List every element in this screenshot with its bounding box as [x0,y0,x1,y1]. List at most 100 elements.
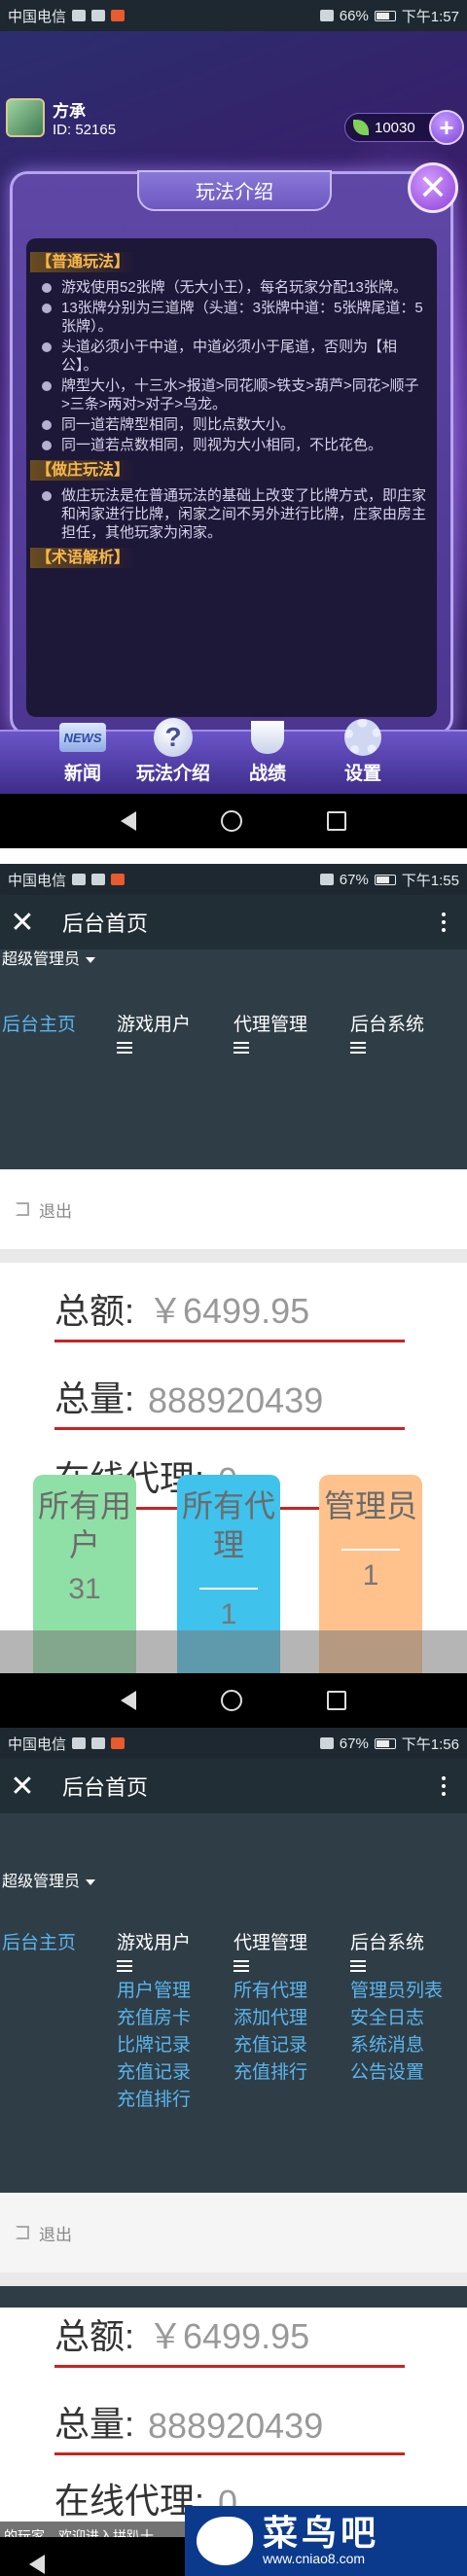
player-id: ID: 52165 [53,122,117,138]
help-icon: ? [154,718,193,757]
top-nav: 后台主页 游戏用户 用户管理 充值房卡 比牌记录 充值记录 充值排行 代理管理 … [0,1928,467,2114]
total-amount: 总额: ￥6499.95 [54,2315,405,2368]
rule-item: 做庄玩法是在普通玩法的基础上改变了比牌方式，即庄家和闲家进行比牌，闲家之间不另外… [36,486,427,542]
wechat-icon [72,1737,87,1749]
back-icon[interactable] [120,811,136,831]
wechat-icon [72,10,87,21]
battery-icon [374,1737,396,1749]
submenu-item[interactable]: 管理员列表 [350,1978,467,2005]
back-icon[interactable] [29,2555,45,2574]
page-title: 后台首页 [62,1775,149,1800]
carrier-label: 中国电信 [8,8,67,25]
logout-button[interactable]: 退出 [0,2193,467,2286]
cloud-icon [91,10,106,21]
brand-url: www.cniao8.com [263,2551,366,2566]
submenu-item[interactable]: 充值排行 [117,2087,234,2114]
signal-icon [319,1737,334,1749]
android-nav-bar [0,1673,467,1728]
nav-home[interactable]: 后台主页 [0,1928,117,2114]
carrier-label: 中国电信 [8,872,67,889]
brand-name: 菜鸟吧 [263,2513,380,2553]
nav-game-users[interactable]: 游戏用户 [117,1010,234,1054]
submenu-item[interactable]: 充值房卡 [117,2005,234,2032]
gear-icon [344,719,381,756]
section-heading: 【普通玩法】 [30,252,136,272]
recents-icon[interactable] [327,1691,347,1710]
submenu-item[interactable]: 充值排行 [234,2059,350,2087]
nav-system[interactable]: 后台系统 管理员列表 安全日志 系统消息 公告设置 [350,1928,467,2114]
stack-icon [117,1042,133,1054]
stack-icon [350,1042,366,1054]
role-dropdown[interactable]: 超级管理员 [2,1868,96,1891]
logout-icon [16,1202,29,1216]
submenu-item[interactable]: 添加代理 [234,2005,350,2032]
admin-screen-collapsed: 中国电信 67% 下午1:55 ✕ 后台首页 超级管理员 后台主页 游戏用户 代… [0,864,467,1728]
app-bar: ✕ 后台首页 [0,1759,467,1813]
android-nav-bar [0,794,467,848]
submenu-item[interactable]: 用户管理 [117,1978,234,2005]
tab-label: 战绩 [248,764,286,784]
page-title: 后台首页 [62,912,149,936]
nav-agents[interactable]: 代理管理 所有代理 添加代理 充值记录 充值排行 [234,1928,350,2114]
tab-label: 设置 [343,764,381,784]
logout-label: 退出 [39,2225,72,2244]
total-amount: 总额: ￥6499.95 [54,1290,405,1342]
status-bar: 中国电信 67% 下午1:55 [0,864,467,895]
battery-percent: 66% [339,7,369,24]
app-icon [111,1737,126,1749]
logout-button[interactable]: 退出 [0,1169,467,1263]
nav-agents[interactable]: 代理管理 [234,1010,350,1054]
rules-content[interactable]: 【普通玩法】 游戏使用52张牌（无大小王），每名玩家分配13张牌。 13张牌分别… [26,238,437,717]
submenu-item[interactable]: 所有代理 [234,1978,350,2005]
news-tab[interactable]: NEWS 新闻 [58,718,107,785]
battery-icon [374,10,396,21]
home-icon[interactable] [220,1690,242,1711]
player-info[interactable]: 方承 ID: 52165 [6,97,116,138]
app-icon [111,10,126,21]
stack-icon [117,1960,133,1972]
avatar[interactable] [6,98,45,137]
android-nav-bar [0,2537,185,2576]
more-icon[interactable] [442,911,446,934]
close-icon[interactable]: ✕ [0,906,45,940]
coin-balance: 10030 + [344,110,464,145]
role-label: 超级管理员 [2,951,81,968]
close-button[interactable]: ✕ [408,162,458,213]
back-icon[interactable] [120,1691,136,1710]
submenu-item[interactable]: 充值记录 [117,2059,234,2087]
record-tab[interactable]: 战绩 [243,718,292,785]
submenu-item[interactable]: 比牌记录 [117,2032,234,2059]
recents-icon[interactable] [327,811,347,831]
battery-percent: 67% [339,871,369,888]
app-bar: ✕ 后台首页 [0,895,467,949]
home-icon[interactable] [220,810,242,832]
nav-home[interactable]: 后台主页 [0,1010,117,1054]
submenu-item[interactable]: 安全日志 [350,2005,467,2032]
dialog-title: 玩法介绍 [137,170,332,211]
coin-amount: 10030 [375,119,415,136]
rule-item: 游戏使用52张牌（无大小王），每名玩家分配13张牌。 [36,278,427,297]
submenu-item[interactable]: 公告设置 [350,2059,467,2087]
nav-game-users[interactable]: 游戏用户 用户管理 充值房卡 比牌记录 充值记录 充值排行 [117,1928,234,2114]
wechat-icon [72,874,87,885]
section-heading: 【做庄玩法】 [30,460,136,481]
more-icon[interactable] [442,1774,446,1798]
submenu-item[interactable]: 系统消息 [350,2032,467,2059]
clock: 下午1:56 [401,1735,459,1753]
role-label: 超级管理员 [2,1874,81,1890]
nav-system[interactable]: 后台系统 [350,1010,467,1054]
rules-dialog: 玩法介绍 ✕ 【普通玩法】 游戏使用52张牌（无大小王），每名玩家分配13张牌。… [10,162,458,735]
add-coins-button[interactable]: + [429,110,464,145]
submenu-item[interactable]: 充值记录 [234,2032,350,2059]
settings-tab[interactable]: 设置 [339,718,387,785]
caret-down-icon [86,956,96,963]
total-count: 总量: 888920439 [54,2403,405,2455]
logout-icon [16,2226,29,2239]
role-dropdown[interactable]: 超级管理员 [2,946,96,969]
watermark-logo: 菜鸟吧 www.cniao8.com [185,2506,467,2576]
close-icon[interactable]: ✕ [0,1770,45,1804]
section-heading: 【术语解析】 [30,548,136,568]
rule-item: 同一道若点数相同，则视为大小相同，不比花色。 [36,436,427,454]
admin-screen-expanded: 中国电信 67% 下午1:56 ✕ 后台首页 超级管理员 后台主页 游戏用户 用… [0,1728,467,2576]
rules-tab[interactable]: ? 玩法介绍 [136,718,210,785]
